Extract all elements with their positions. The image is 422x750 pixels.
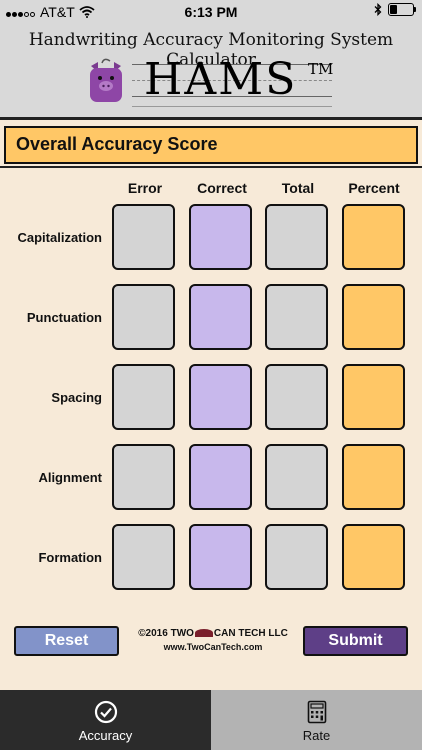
overall-score-banner: Overall Accuracy Score [4, 126, 418, 164]
pig-mascot-icon [90, 58, 122, 102]
capitalization-percent-cell [342, 204, 405, 270]
row-label-capitalization: Capitalization [17, 230, 102, 245]
alignment-correct-cell[interactable] [189, 444, 252, 510]
status-time: 6:13 PM [184, 4, 238, 20]
hams-logo-text: HAMS [144, 54, 298, 105]
reset-button[interactable]: Reset [14, 626, 119, 656]
spacing-error-cell[interactable] [112, 364, 175, 430]
row-label-punctuation: Punctuation [26, 310, 102, 325]
spacing-percent-cell [342, 364, 405, 430]
copyright-suffix: CAN TECH LLC [213, 628, 288, 639]
formation-total-cell [265, 524, 328, 590]
column-header-percent: Percent [348, 180, 400, 196]
column-header-error: Error [127, 180, 163, 196]
copyright-notice: ©2016 TWO CAN TECH LLC www.TwoCanTech.com [128, 628, 298, 652]
alignment-percent-cell [342, 444, 405, 510]
column-header-correct: Correct [197, 180, 247, 196]
calculator-icon [307, 700, 326, 724]
tab-rate-label: Rate [302, 728, 331, 743]
alignment-error-cell[interactable] [112, 444, 175, 510]
header-divider [0, 117, 422, 120]
row-label-formation: Formation [38, 550, 102, 565]
check-circle-icon [94, 700, 117, 724]
twocan-logo-icon [194, 629, 213, 638]
submit-button[interactable]: Submit [303, 626, 408, 656]
trademark-mark: TM [308, 60, 334, 78]
capitalization-correct-cell[interactable] [189, 204, 252, 270]
capitalization-error-cell[interactable] [112, 204, 175, 270]
column-header-total: Total [281, 180, 315, 196]
bluetooth-icon [374, 3, 382, 16]
battery-icon [388, 3, 416, 16]
tab-accuracy-label: Accuracy [78, 728, 133, 743]
punctuation-total-cell [265, 284, 328, 350]
banner-divider [0, 166, 422, 168]
copyright-prefix: ©2016 TWO [138, 628, 194, 639]
tab-accuracy[interactable]: Accuracy [0, 690, 211, 750]
row-label-spacing: Spacing [51, 390, 102, 405]
punctuation-error-cell[interactable] [112, 284, 175, 350]
formation-percent-cell [342, 524, 405, 590]
spacing-correct-cell[interactable] [189, 364, 252, 430]
capitalization-total-cell [265, 204, 328, 270]
tab-bar: Accuracy Rate [0, 690, 422, 750]
alignment-total-cell [265, 444, 328, 510]
company-url[interactable]: www.TwoCanTech.com [128, 642, 298, 652]
punctuation-correct-cell[interactable] [189, 284, 252, 350]
hams-logo: HAMS TM [86, 54, 336, 110]
formation-correct-cell[interactable] [189, 524, 252, 590]
spacing-total-cell [265, 364, 328, 430]
punctuation-percent-cell [342, 284, 405, 350]
formation-error-cell[interactable] [112, 524, 175, 590]
overall-score-label: Overall Accuracy Score [16, 134, 218, 154]
tab-rate[interactable]: Rate [211, 690, 422, 750]
status-bar: AT&T 6:13 PM [0, 0, 422, 24]
status-right [374, 3, 416, 16]
app-header: Handwriting Accuracy Monitoring System C… [0, 24, 422, 117]
row-label-alignment: Alignment [38, 470, 102, 485]
